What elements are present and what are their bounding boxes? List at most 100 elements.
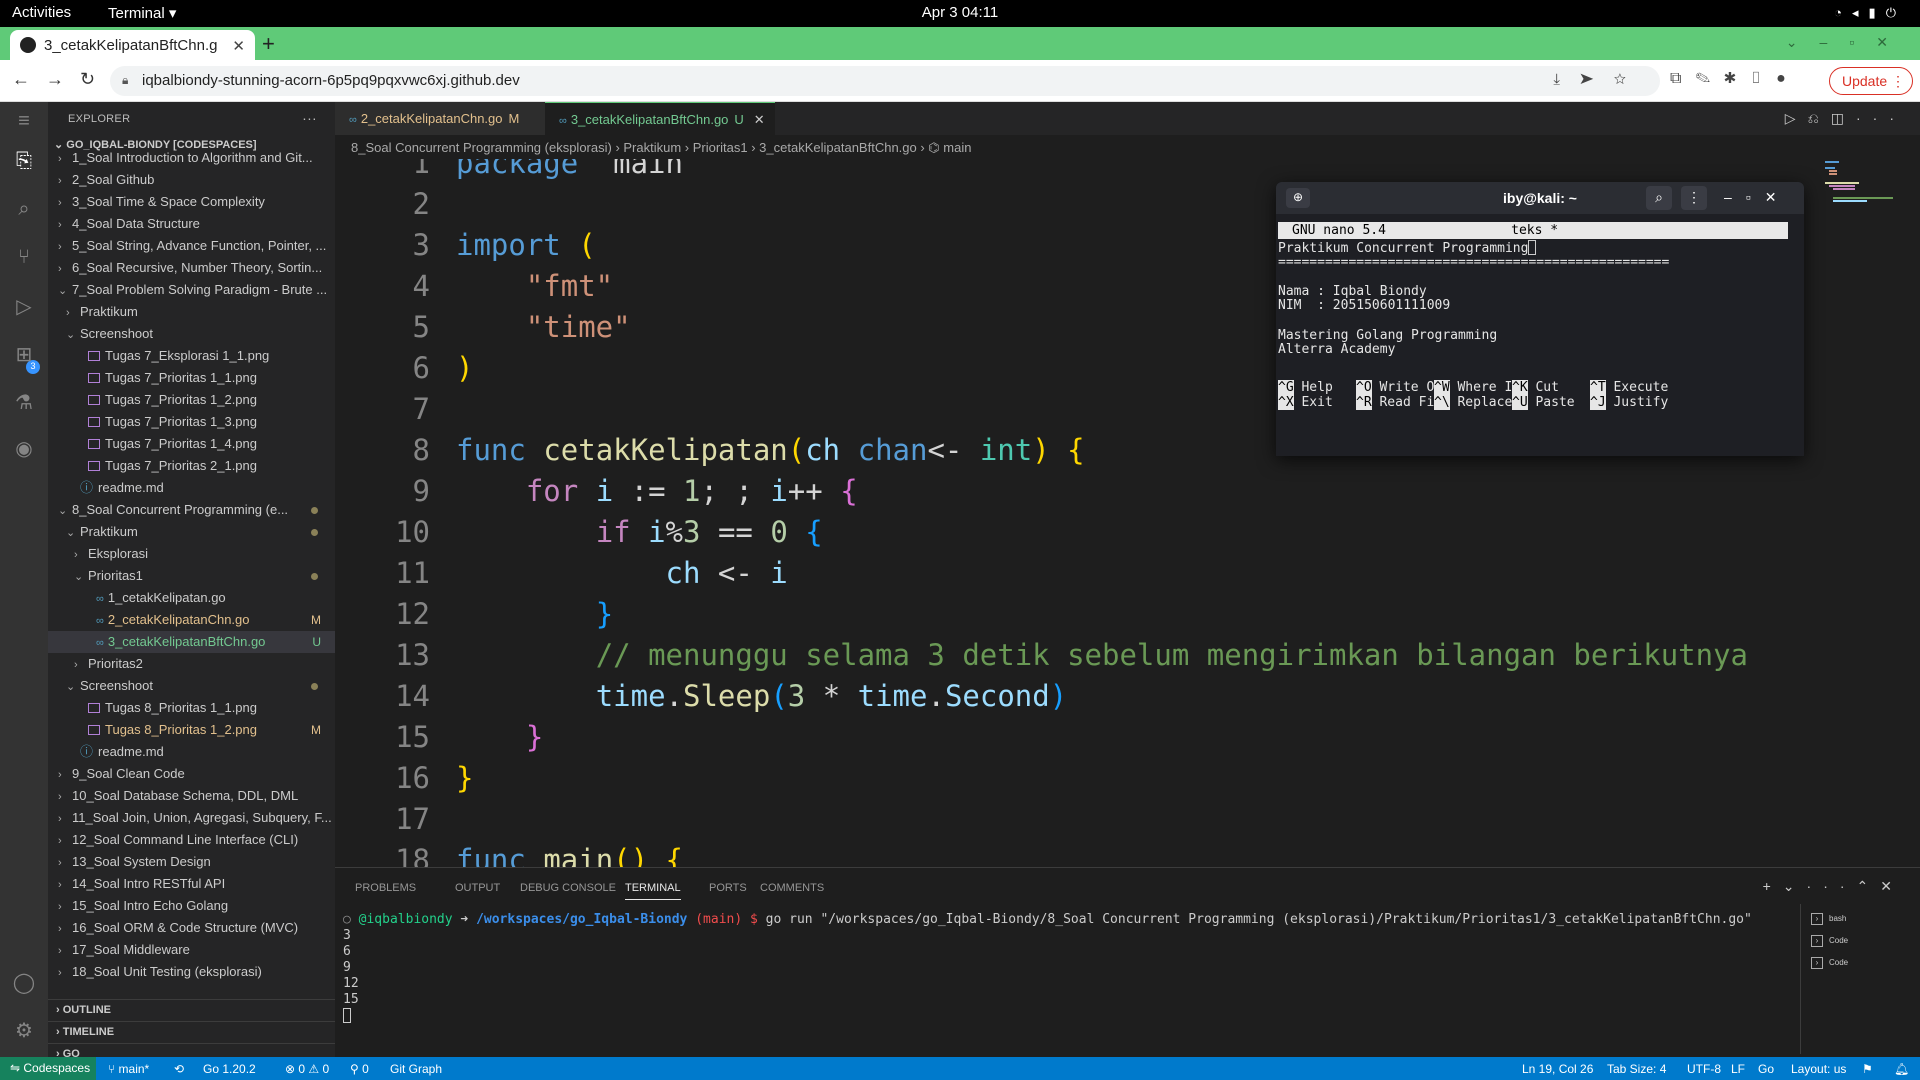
code-line[interactable]: for i := 1; ; i++ { — [456, 471, 858, 512]
tree-item[interactable]: › 4_Soal Data Structure — [48, 213, 335, 235]
tree-item[interactable]: ⓘ readme.md — [48, 477, 335, 499]
tree-item[interactable]: › Praktikum — [48, 301, 335, 323]
more-icon[interactable]: ··· — [1856, 110, 1906, 126]
more-icon[interactable]: ··· — [1807, 878, 1857, 894]
extensions-icon[interactable]: ⊞ — [10, 342, 38, 370]
forward-icon[interactable]: → — [46, 69, 80, 89]
language-mode[interactable]: Go — [1758, 1062, 1774, 1076]
branch-indicator[interactable]: ⑂ main* — [108, 1062, 149, 1076]
nano-shortcut[interactable]: ^W Where Is — [1434, 380, 1520, 395]
tree-item[interactable]: ⌄ Praktikum — [48, 521, 335, 543]
editor-tab-2-cetak[interactable]: ∞ 2_cetakKelipatanChn.go M — [335, 102, 545, 135]
tree-item[interactable]: Tugas 8_Prioritas 1_2.png M — [48, 719, 335, 741]
nano-shortcut[interactable]: ^\ Replace — [1434, 395, 1512, 410]
keyboard-layout[interactable]: Layout: us — [1791, 1062, 1846, 1076]
tree-item[interactable]: ⌄ Screenshoot — [48, 323, 335, 345]
install-icon[interactable]: ⤓ — [1553, 71, 1580, 88]
remote-indicator[interactable]: ⇋ Codespaces — [0, 1057, 96, 1080]
github-icon[interactable]: ◉ — [10, 436, 38, 464]
panel-tab-ports[interactable]: PORTS — [709, 882, 747, 894]
timeline-section[interactable]: › TIMELINE — [48, 1021, 335, 1043]
tree-item[interactable]: › Eksplorasi — [48, 543, 335, 565]
eol[interactable]: LF — [1731, 1062, 1745, 1076]
puzzle-icon[interactable]: ✱ — [1724, 70, 1750, 87]
source-control-icon[interactable]: ⑂ — [10, 246, 38, 274]
tree-item[interactable]: › 6_Soal Recursive, Number Theory, Sortin… — [48, 257, 335, 279]
settings-gear-icon[interactable]: ⚙ — [10, 1018, 38, 1046]
tree-item[interactable]: Tugas 7_Prioritas 1_1.png — [48, 367, 335, 389]
tree-item[interactable]: › Prioritas2 — [48, 653, 335, 675]
go-version[interactable]: Go 1.20.2 — [203, 1062, 256, 1076]
tree-item[interactable]: Tugas 7_Eksplorasi 1_1.png — [48, 345, 335, 367]
minimize-icon[interactable]: – — [1724, 189, 1746, 205]
go-section[interactable]: › GO — [48, 1043, 335, 1060]
nano-shortcut[interactable]: ^K Cut — [1512, 380, 1559, 395]
app-menu[interactable]: Terminal ▾ — [108, 4, 176, 22]
clock[interactable]: Apr 3 04:11 — [0, 4, 1920, 21]
code-line[interactable]: "time" — [456, 307, 631, 348]
tree-item[interactable]: › 9_Soal Clean Code — [48, 763, 335, 785]
code-line[interactable]: func cetakKelipatan(ch chan<- int) { — [456, 430, 1085, 471]
tree-item[interactable]: › 13_Soal System Design — [48, 851, 335, 873]
code-line[interactable]: } — [456, 758, 473, 799]
tree-item[interactable]: ⓘ readme.md — [48, 741, 335, 763]
url-text[interactable]: iqbalbiondy-stunning-acorn-6p5pq9pqxvwc6… — [142, 72, 520, 89]
close-icon[interactable]: ✕ — [1765, 189, 1791, 205]
code-line[interactable]: time.Sleep(3 * time.Second) — [456, 676, 1068, 717]
tree-item[interactable]: › 10_Soal Database Schema, DDL, DML — [48, 785, 335, 807]
activities-button[interactable]: Activities — [12, 4, 71, 21]
close-icon[interactable]: ✕ — [1880, 878, 1904, 894]
cursor-position[interactable]: Ln 19, Col 26 — [1522, 1062, 1593, 1076]
terminal-titlebar[interactable]: ⊕ iby@kali: ~ ⌕ ⋮ –▫✕ — [1276, 182, 1804, 214]
terminal-output[interactable]: ○ @iqbalbiondy ➜ /workspaces/go_Iqbal-Bi… — [343, 912, 1793, 1024]
tree-item[interactable]: ∞ 3_cetakKelipatanBftChn.go U — [48, 631, 335, 653]
panel-tab-debug-console[interactable]: DEBUG CONSOLE — [520, 882, 616, 894]
code-line[interactable]: ) — [456, 348, 473, 389]
menu-icon[interactable]: ⋮ — [1681, 186, 1707, 210]
code-line[interactable]: "fmt" — [456, 266, 613, 307]
close-icon[interactable]: ✕ — [1876, 34, 1910, 50]
tree-item[interactable]: › 17_Soal Middleware — [48, 939, 335, 961]
compare-icon[interactable]: ⎌ — [1808, 110, 1831, 126]
tree-item[interactable]: Tugas 7_Prioritas 2_1.png — [48, 455, 335, 477]
code-line[interactable]: // menunggu selama 3 detik sebelum mengi… — [456, 635, 1748, 676]
tree-item[interactable]: › 11_Soal Join, Union, Agregasi, Subquery… — [48, 807, 335, 829]
run-icon[interactable]: ▷ — [1785, 110, 1808, 126]
code-line[interactable]: if i%3 == 0 { — [456, 512, 823, 553]
panel-tab-problems[interactable]: PROBLEMS — [355, 882, 416, 894]
reload-icon[interactable]: ↻ — [80, 69, 111, 89]
tree-item[interactable]: › 12_Soal Command Line Interface (CLI) — [48, 829, 335, 851]
more-actions-icon[interactable]: ··· — [302, 110, 317, 126]
run-debug-icon[interactable]: ▷ — [10, 294, 38, 322]
tab-size[interactable]: Tab Size: 4 — [1607, 1062, 1666, 1076]
account-icon[interactable]: ◯ — [10, 970, 38, 998]
outline-section[interactable]: › OUTLINE — [48, 999, 335, 1021]
tree-item[interactable]: › 5_Soal String, Advance Function, Pointe… — [48, 235, 335, 257]
extension-icon[interactable]: ✎ — [1695, 70, 1724, 87]
tree-item[interactable]: ∞ 1_cetakKelipatan.go — [48, 587, 335, 609]
avatar[interactable]: ● — [1776, 70, 1800, 87]
notifications-icon[interactable]: 🔔︎ — [1894, 1062, 1909, 1076]
tree-item[interactable]: Tugas 7_Prioritas 1_4.png — [48, 433, 335, 455]
sync-icon[interactable]: ⟲ — [174, 1062, 184, 1076]
sidepanel-icon[interactable]: ▯ — [1750, 70, 1776, 87]
feedback-icon[interactable]: ⚑ — [1862, 1062, 1873, 1076]
back-icon[interactable]: ← — [12, 69, 46, 89]
browser-tab-active[interactable]: 3_cetakKelipatanBftChn.g ✕ — [10, 30, 255, 60]
tree-item[interactable]: Tugas 7_Prioritas 1_2.png — [48, 389, 335, 411]
tree-item[interactable]: › 14_Soal Intro RESTful API — [48, 873, 335, 895]
close-tab-icon[interactable]: ✕ — [754, 112, 765, 127]
terminal-list-item[interactable]: › Code — [1801, 948, 1920, 970]
code-line[interactable]: } — [456, 717, 543, 758]
nano-shortcut[interactable]: ^U Paste — [1512, 395, 1575, 410]
terminal-list-item[interactable]: › bash — [1801, 904, 1920, 926]
nano-shortcut[interactable]: ^J Justify — [1590, 395, 1668, 410]
minimize-icon[interactable]: – — [1820, 34, 1850, 50]
breadcrumb[interactable]: 8_Soal Concurrent Programming (eksploras… — [335, 135, 1815, 159]
address-bar[interactable]: 🔒︎ iqbalbiondy-stunning-acorn-6p5pq9pqxv… — [110, 66, 1660, 96]
panel-tab-output[interactable]: OUTPUT — [455, 882, 500, 894]
code-line[interactable]: func main() { — [456, 840, 683, 867]
maximize-panel-icon[interactable]: ⌃ — [1857, 878, 1881, 894]
star-icon[interactable]: ☆ — [1614, 71, 1646, 88]
add-terminal-icon[interactable]: +⌄ — [1763, 878, 1807, 894]
